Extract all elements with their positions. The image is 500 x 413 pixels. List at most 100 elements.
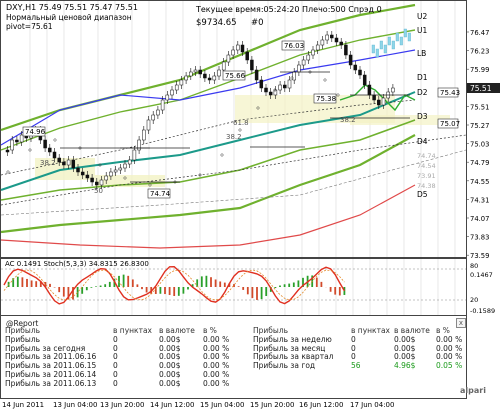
faint-number-1: 74.74 — [417, 152, 436, 160]
candle-body — [80, 171, 85, 176]
annotation-3: 75.66 — [225, 72, 246, 80]
time-label: 14 Jun 2011 — [2, 401, 45, 409]
candle-body — [118, 167, 123, 171]
candle-body — [372, 94, 376, 101]
candle-body — [43, 139, 47, 149]
indicator-axis-min: -0.1589 — [470, 307, 495, 315]
candle-body — [104, 175, 108, 181]
price-axis-label: 74.31 — [470, 196, 489, 204]
price-axis-label: 73.83 — [470, 234, 489, 242]
candle-body — [297, 64, 301, 73]
candle-body — [250, 59, 254, 71]
candle-body — [132, 149, 137, 161]
candle-body — [19, 134, 24, 143]
recent-candle — [387, 36, 391, 46]
chart-background — [0, 0, 500, 258]
time-label: 16 Jun 12:00 — [299, 401, 344, 409]
candle-body — [52, 151, 57, 159]
recent-candle — [399, 36, 403, 46]
candle-body — [203, 73, 207, 79]
report-cell: 4.96$ — [393, 361, 416, 371]
recent-candle — [371, 44, 375, 54]
price-axis-label: 74.55 — [470, 178, 489, 186]
candle-body — [66, 159, 71, 166]
candle-body — [325, 34, 329, 41]
level-d1: D1 — [417, 73, 428, 82]
candle-body — [377, 99, 381, 106]
candle-body — [391, 87, 395, 93]
candle-body — [254, 69, 259, 81]
candle-body — [358, 69, 362, 76]
candle-body — [174, 84, 179, 91]
candle-body — [198, 69, 202, 75]
time-label: 17 Jun 04:00 — [350, 401, 395, 409]
candle-body — [127, 159, 132, 165]
report-row: Прибыль за год 56 4.96$ 0.05 % — [251, 361, 466, 371]
candle-body — [217, 69, 221, 77]
candle-body — [240, 44, 245, 53]
report-cell: Прибыль за 2011.06.13 — [5, 378, 97, 388]
candle-body — [315, 44, 320, 51]
candle-body — [85, 174, 90, 179]
annotation-1: 74.96 — [25, 128, 46, 136]
report-left-table: Прибыль в пунктах в валюте в % Прибыль 0 0… — [3, 326, 241, 389]
recent-candle — [403, 28, 407, 38]
candle-body — [212, 75, 217, 81]
candle-body — [90, 177, 94, 183]
report-cell: 0.00$ — [159, 378, 181, 388]
candle-body — [259, 79, 264, 89]
faint-number-3: 73.91 — [417, 172, 436, 180]
candle-body — [301, 59, 306, 66]
report-row: Прибыль за 2011.06.13 0 0.00$ 0.00 % — [3, 378, 241, 389]
candle-body — [362, 74, 367, 86]
indicator-axis-80: 80 — [470, 262, 478, 270]
recent-candle — [379, 40, 383, 50]
time-label: 15 Jun 04:00 — [200, 401, 245, 409]
candle-body — [367, 84, 372, 96]
candle-body — [151, 114, 155, 121]
candle-body — [221, 61, 226, 71]
candle-body — [142, 129, 146, 141]
level-price-d2: 75.43 — [440, 89, 460, 97]
report-cell: 0.05 % — [435, 361, 463, 371]
zone-4 — [350, 115, 450, 125]
price-axis-label: 75.27 — [470, 122, 489, 130]
time-label: 13 Jun 04:00 — [53, 401, 98, 409]
candle-body — [231, 49, 235, 56]
recent-candle — [383, 44, 387, 54]
candle-body — [339, 41, 343, 46]
candle-body — [344, 44, 348, 56]
indicator-axis-max: 0.1467 — [470, 271, 493, 279]
candle-body — [348, 54, 353, 66]
price-chart[interactable]: 76.4776.2375.9975.7575.5175.2775.0374.79… — [0, 0, 500, 258]
annotation-5: 38.2 — [40, 159, 56, 167]
annotation-9: 74.74 — [150, 190, 171, 198]
chart-subtitle-2: pivot=75.61 — [6, 22, 53, 31]
candle-body — [278, 84, 282, 91]
report-right-table: Прибыль в пунктах в валюте в % Прибыль з… — [251, 326, 466, 371]
candle-body — [160, 99, 165, 111]
server-time: Текущее время:05:24:20 Плечо:500 Спрэд 0 — [195, 5, 382, 14]
time-label: 14 Jun 12:00 — [150, 401, 195, 409]
candle-body — [137, 139, 141, 151]
price-axis-label: 76.47 — [470, 29, 489, 37]
candle-body — [99, 179, 104, 186]
time-label: 13 Jun 20:00 — [100, 401, 145, 409]
level-d2: D2 — [417, 88, 428, 97]
account-balance: $9734.65 — [196, 18, 237, 28]
indicator-chart[interactable]: AC 0.1491 Stoch(5,3,3) 34.8315 26.8300 8… — [0, 258, 500, 316]
recent-candle — [407, 32, 411, 42]
candle-body — [306, 54, 311, 61]
candle-body — [381, 97, 386, 106]
level-price-d3: 75.07 — [440, 120, 460, 128]
candle-body — [189, 71, 193, 77]
chart-subtitle-1: Нормальный ценовой диапазон — [6, 13, 132, 22]
candle-body — [165, 94, 170, 101]
candle-body — [62, 161, 66, 166]
candle-body — [123, 163, 127, 169]
report-cell: Прибыль за год — [253, 361, 316, 371]
report-cell: 56 — [351, 361, 361, 371]
candle-body — [15, 139, 19, 143]
candle-body — [113, 169, 118, 173]
indicator-label: AC 0.1491 Stoch(5,3,3) 34.8315 26.8300 — [5, 260, 149, 268]
